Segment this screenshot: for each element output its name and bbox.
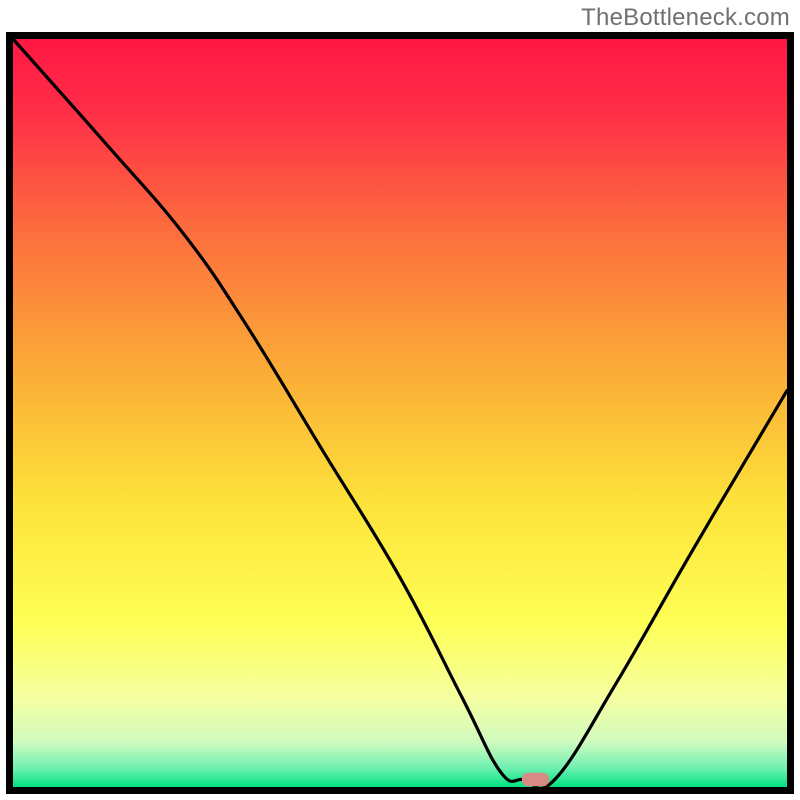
watermark-text: TheBottleneck.com <box>581 4 790 32</box>
minimum-marker <box>522 773 549 786</box>
plot-area <box>6 32 794 794</box>
background-gradient <box>13 39 787 787</box>
chart-frame: TheBottleneck.com <box>0 0 800 800</box>
plot-svg <box>6 32 794 794</box>
